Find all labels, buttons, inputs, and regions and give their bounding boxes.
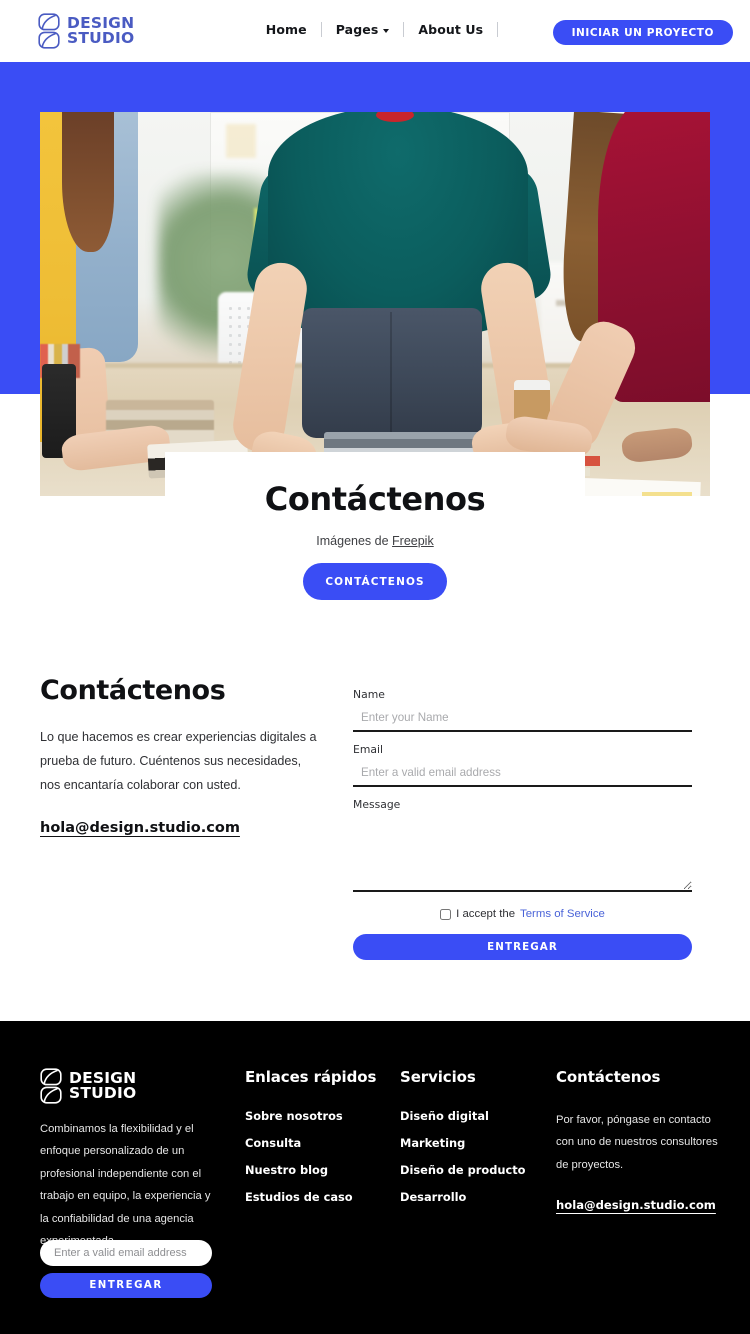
footer-column-services: Servicios Diseño digital Marketing Diseñ… xyxy=(400,1068,526,1217)
footer-contact-text: Por favor, póngase en contacto con uno d… xyxy=(556,1114,718,1171)
email-label: Email xyxy=(353,743,383,756)
footer-link-consulta[interactable]: Consulta xyxy=(245,1136,376,1150)
newsletter-submit-button[interactable]: ENTREGAR xyxy=(40,1273,212,1298)
footer-services-title: Servicios xyxy=(400,1068,476,1086)
nav-divider xyxy=(497,22,499,37)
contact-info: Contáctenos Lo que hacemos es crear expe… xyxy=(40,676,320,837)
site-header: DESIGN STUDIO Home Pages About Us INICIA… xyxy=(0,0,750,62)
chevron-down-icon xyxy=(383,28,390,33)
name-input[interactable] xyxy=(353,711,692,732)
footer-link-diseno-digital[interactable]: Diseño digital xyxy=(400,1109,526,1123)
email-input[interactable] xyxy=(353,766,692,787)
hero-image xyxy=(40,112,710,496)
footer-link-sobre-nosotros[interactable]: Sobre nosotros xyxy=(245,1109,376,1123)
newsletter-email-input[interactable] xyxy=(40,1240,212,1266)
nav-item-about-us[interactable]: About Us xyxy=(404,22,497,37)
footer-logo-text: DESIGN STUDIO xyxy=(69,1070,137,1102)
nav-item-home-label: Home xyxy=(265,22,307,37)
page-title: Contáctenos xyxy=(264,480,486,518)
message-label: Message xyxy=(353,798,401,811)
accept-terms-text: I accept the xyxy=(456,908,516,920)
footer-link-nuestro-blog[interactable]: Nuestro blog xyxy=(245,1163,376,1177)
contact-form: Name Email Message I accept the Terms of… xyxy=(353,688,692,960)
footer-logo[interactable]: DESIGN STUDIO xyxy=(40,1068,136,1104)
image-credit: Imágenes de Freepik xyxy=(0,534,750,548)
image-credit-prefix: Imágenes de xyxy=(316,534,393,548)
nav-item-home[interactable]: Home xyxy=(252,22,321,37)
contact-submit-button[interactable]: ENTREGAR xyxy=(353,934,692,960)
footer-link-marketing[interactable]: Marketing xyxy=(400,1136,526,1150)
page-root: DESIGN STUDIO Home Pages About Us INICIA… xyxy=(0,0,750,1334)
terms-of-service-link[interactable]: Terms of Service xyxy=(520,908,605,920)
footer-link-estudios-de-caso[interactable]: Estudios de caso xyxy=(245,1190,376,1204)
footer-contact-email-link[interactable]: hola@design.studio.com xyxy=(556,1198,716,1212)
contact-email-link[interactable]: hola@design.studio.com xyxy=(40,820,240,836)
start-project-button[interactable]: INICIAR UN PROYECTO xyxy=(552,20,733,45)
nav-item-pages[interactable]: Pages xyxy=(322,22,404,37)
footer-column-quick-links: Enlaces rápidos Sobre nosotros Consulta … xyxy=(245,1068,376,1217)
message-field-group: Message xyxy=(353,798,692,897)
footer-quick-links-title: Enlaces rápidos xyxy=(245,1068,377,1086)
message-textarea[interactable] xyxy=(353,818,692,892)
email-field-group: Email xyxy=(353,743,692,787)
footer-quick-links-list: Sobre nosotros Consulta Nuestro blog Est… xyxy=(245,1109,376,1204)
hero-contact-button[interactable]: CONTÁCTENOS xyxy=(303,563,447,600)
contact-paragraph: Lo que hacemos es crear experiencias dig… xyxy=(40,729,317,793)
nav-item-pages-label: Pages xyxy=(335,22,379,37)
footer-logo-line-2: STUDIO xyxy=(69,1084,137,1102)
contact-heading: Contáctenos xyxy=(40,675,226,706)
name-label: Name xyxy=(353,688,385,701)
footer-services-list: Diseño digital Marketing Diseño de produ… xyxy=(400,1109,526,1204)
hero-image-art xyxy=(40,112,710,496)
footer-link-diseno-de-producto[interactable]: Diseño de producto xyxy=(400,1163,526,1177)
nav-item-about-us-label: About Us xyxy=(418,22,484,37)
name-field-group: Name xyxy=(353,688,692,732)
footer-column-contact: Contáctenos Por favor, póngase en contac… xyxy=(556,1068,726,1214)
terms-row: I accept the Terms of Service xyxy=(353,908,692,920)
footer-contact-title: Contáctenos xyxy=(556,1068,661,1086)
freepik-link[interactable]: Freepik xyxy=(392,534,434,548)
footer-link-desarrollo[interactable]: Desarrollo xyxy=(400,1190,526,1204)
design-studio-logo-icon xyxy=(40,1068,62,1104)
accept-terms-checkbox[interactable] xyxy=(440,908,452,920)
footer-about-text: Combinamos la flexibilidad y el enfoque … xyxy=(40,1123,211,1247)
